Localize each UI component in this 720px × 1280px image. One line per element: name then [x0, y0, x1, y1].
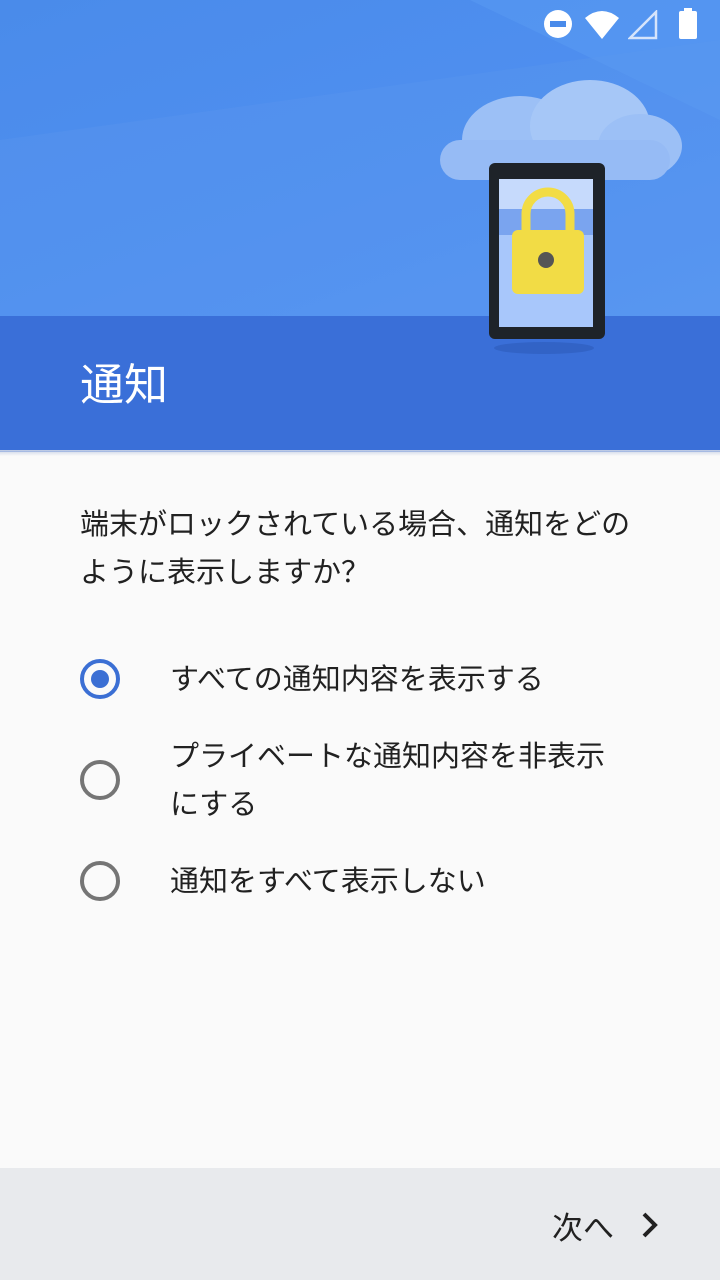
phone-lock-illustration [489, 163, 605, 354]
do-not-disturb-icon [544, 10, 572, 38]
page-title: 通知 [80, 360, 168, 411]
chevron-right-icon [642, 1212, 658, 1238]
option-label: すべての通知内容を表示する [170, 662, 544, 696]
notification-question: 端末がロックされている場合、通知をどのように表示しますか？ [80, 507, 631, 589]
option-label: プライベートな通知内容を非表示にする [170, 739, 606, 821]
radio-button[interactable] [80, 760, 120, 800]
option-label: 通知をすべて表示しない [170, 864, 486, 898]
bottom-navigation-bar: 次へ [0, 1168, 720, 1280]
option-hide-all-notifications[interactable]: 通知をすべて表示しない [0, 842, 720, 920]
radio-button-selected[interactable] [80, 659, 120, 699]
header-hero: 通知 [0, 0, 720, 452]
status-bar [0, 0, 720, 50]
header-shadow [0, 450, 720, 456]
battery-icon [679, 8, 697, 39]
radio-button[interactable] [80, 861, 120, 901]
option-hide-private-content[interactable]: プライベートな通知内容を非表示にする [0, 728, 720, 832]
next-button[interactable]: 次へ [552, 1198, 660, 1252]
next-button-label: 次へ [552, 1210, 614, 1247]
option-show-all-content[interactable]: すべての通知内容を表示する [0, 640, 720, 718]
cellular-signal-icon [628, 10, 658, 40]
wifi-icon [585, 11, 619, 39]
